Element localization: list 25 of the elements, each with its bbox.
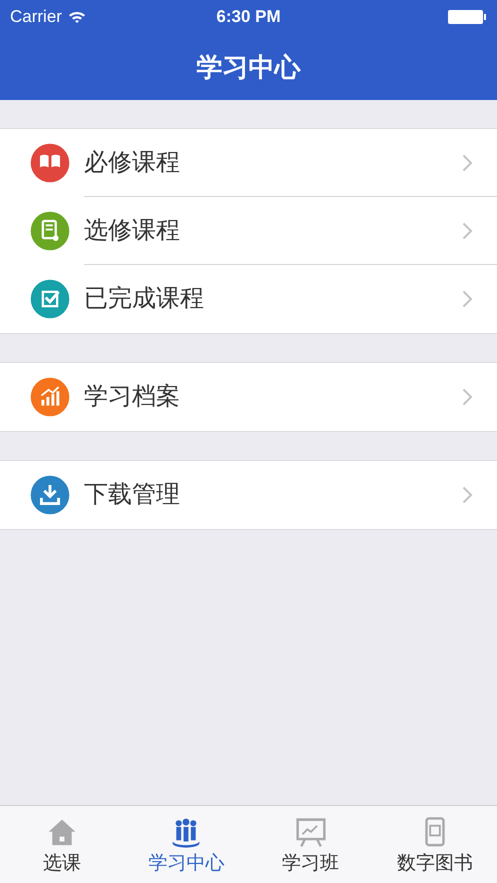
battery-icon <box>447 9 487 25</box>
chevron-right-icon <box>462 388 473 406</box>
tab-item[interactable]: 学习班 <box>248 806 373 883</box>
carrier-name: Carrier <box>10 6 62 28</box>
menu-row[interactable]: 已完成课程 <box>0 265 497 333</box>
chevron-right-icon <box>462 154 473 172</box>
menu-label: 学习档案 <box>84 382 181 412</box>
status-time: 6:30 PM <box>216 6 281 28</box>
menu-label: 下载管理 <box>84 480 181 510</box>
wifi-icon <box>68 10 86 24</box>
chevron-right-icon <box>462 222 473 240</box>
chevron-right-icon <box>462 486 473 504</box>
menu-row[interactable]: 下载管理 <box>0 461 497 529</box>
menu-label: 选修课程 <box>84 216 181 246</box>
tab-item[interactable]: 数字图书 <box>372 806 497 883</box>
whiteboard-icon <box>294 816 328 850</box>
tab-item[interactable]: 选课 <box>0 806 124 883</box>
menu-row[interactable]: 选修课程 <box>0 197 497 265</box>
menu-row[interactable]: 学习档案 <box>0 363 497 431</box>
chevron-right-icon <box>462 290 473 308</box>
menu-label: 已完成课程 <box>84 284 205 314</box>
tab-item[interactable]: 学习中心 <box>124 806 248 883</box>
menu-row[interactable]: 必修课程 <box>0 129 497 197</box>
menu-label: 必修课程 <box>84 148 181 178</box>
screen-title: 学习中心 <box>196 50 300 84</box>
